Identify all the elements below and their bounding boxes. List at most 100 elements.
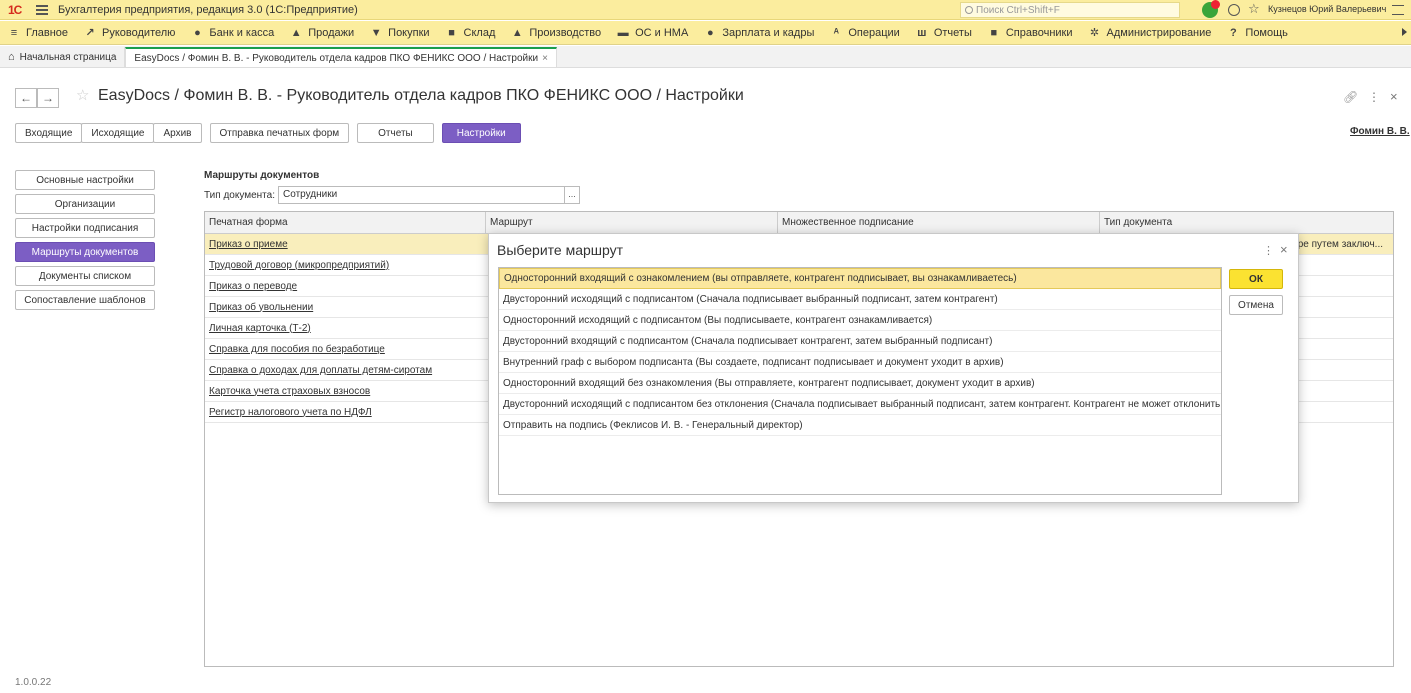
tab-current-label: EasyDocs / Фомин В. В. - Руководитель от… xyxy=(134,52,539,64)
section-item[interactable]: ● Зарплата и кадры xyxy=(696,21,822,45)
left-menu-item[interactable]: Организации xyxy=(15,194,155,214)
column-print-form[interactable]: Печатная форма xyxy=(205,212,486,233)
section-label: Операции xyxy=(848,26,900,39)
archive-button[interactable]: Архив xyxy=(153,123,202,143)
route-option[interactable]: Внутренний граф с выбором подписанта (Вы… xyxy=(499,352,1221,373)
routes-title: Маршруты документов xyxy=(204,170,320,181)
print-form-link[interactable]: Личная карточка (Т-2) xyxy=(205,318,486,338)
dialog-title: Выберите маршрут xyxy=(497,242,624,258)
print-form-link[interactable]: Регистр налогового учета по НДФЛ xyxy=(205,402,486,422)
tab-close-icon[interactable]: × xyxy=(542,53,548,64)
1c-logo: 1С xyxy=(8,2,22,17)
choose-route-dialog: Выберите маршрут ⋮ × Односторонний входя… xyxy=(488,233,1299,503)
top-button-bar: Входящие Исходящие Архив Отправка печатн… xyxy=(15,123,521,143)
home-icon: ⌂ xyxy=(8,51,15,63)
print-form-link[interactable]: Справка о доходах для доплаты детям-сиро… xyxy=(205,360,486,380)
section-label: Администрирование xyxy=(1106,26,1212,39)
section-item[interactable]: ᴬ Операции xyxy=(822,21,907,45)
cancel-button[interactable]: Отмена xyxy=(1229,295,1283,315)
section-label: Продажи xyxy=(308,26,355,39)
table-header: Печатная форма Маршрут Множественное под… xyxy=(205,212,1393,234)
settings-menu-icon[interactable] xyxy=(1392,5,1404,15)
tab-current[interactable]: EasyDocs / Фомин В. В. - Руководитель от… xyxy=(125,47,557,67)
dialog-more-icon[interactable]: ⋮ xyxy=(1263,244,1274,257)
route-option[interactable]: Односторонний входящий с ознакомлением (… xyxy=(499,268,1221,289)
section-icon: ■ xyxy=(448,26,455,39)
route-option[interactable]: Отправить на подпись (Феклисов И. В. - Г… xyxy=(499,415,1221,436)
route-list: Односторонний входящий с ознакомлением (… xyxy=(498,267,1222,495)
back-button[interactable]: ← xyxy=(15,88,37,108)
route-option[interactable]: Двусторонний исходящий с подписантом (Сн… xyxy=(499,289,1221,310)
incoming-button[interactable]: Входящие xyxy=(15,123,83,143)
section-item[interactable]: ? Помощь xyxy=(1219,21,1296,45)
left-menu-item[interactable]: Настройки подписания xyxy=(15,218,155,238)
search-icon xyxy=(965,6,973,14)
main-menu-icon[interactable] xyxy=(36,4,48,15)
print-form-link[interactable]: Приказ о переводе xyxy=(205,276,486,296)
print-form-link[interactable]: Приказ об увольнении xyxy=(205,297,486,317)
reports-button[interactable]: Отчеты xyxy=(357,123,434,143)
left-menu-item[interactable]: Документы списком xyxy=(15,266,155,286)
search-placeholder: Поиск Ctrl+Shift+F xyxy=(976,4,1060,16)
column-doc-type[interactable]: Тип документа xyxy=(1100,212,1393,233)
route-option[interactable]: Двусторонний входящий с подписантом (Сна… xyxy=(499,331,1221,352)
send-print-forms-button[interactable]: Отправка печатных форм xyxy=(209,123,350,143)
settings-left-menu: Основные настройки Организации Настройки п… xyxy=(15,170,155,314)
section-label: ОС и НМА xyxy=(635,26,689,39)
section-item[interactable]: ● Банк и касса xyxy=(183,21,282,45)
route-option[interactable]: Двусторонний исходящий с подписантом без… xyxy=(499,394,1221,415)
link-icon[interactable]: 🔗︎ xyxy=(1343,90,1358,104)
column-multi-sign[interactable]: Множественное подписание xyxy=(778,212,1100,233)
section-icon: ≡ xyxy=(10,26,18,39)
section-icon: ш xyxy=(917,26,927,39)
notifications-icon[interactable] xyxy=(1202,0,1220,18)
section-label: Отчеты xyxy=(933,26,972,39)
route-option[interactable]: Односторонний исходящий с подписантом (В… xyxy=(499,310,1221,331)
section-item[interactable]: ▬ ОС и НМА xyxy=(609,21,696,45)
section-icon: ● xyxy=(706,26,714,39)
section-item[interactable]: ▲ Производство xyxy=(503,21,609,45)
section-icon: ▼ xyxy=(370,26,382,39)
route-option[interactable]: Односторонний входящий без ознакомления … xyxy=(499,373,1221,394)
print-form-link[interactable]: Трудовой договор (микропредприятий) xyxy=(205,255,486,275)
column-route[interactable]: Маршрут xyxy=(486,212,778,233)
print-form-link[interactable]: Приказ о приеме xyxy=(205,234,486,254)
current-user[interactable]: Кузнецов Юрий Валерьевич xyxy=(1268,4,1386,14)
forward-button[interactable]: → xyxy=(37,88,59,108)
section-item[interactable]: ✲ Администрирование xyxy=(1081,21,1220,45)
favorites-star-icon[interactable]: ☆ xyxy=(1248,1,1260,17)
left-menu-item[interactable]: Сопоставление шаблонов xyxy=(15,290,155,310)
left-menu-item[interactable]: Основные настройки xyxy=(15,170,155,190)
tab-home[interactable]: ⌂ Начальная страница xyxy=(0,47,126,67)
section-item[interactable]: ■ Склад xyxy=(438,21,504,45)
print-form-link[interactable]: Карточка учета страховых взносов xyxy=(205,381,486,401)
doctype-select-button[interactable]: ... xyxy=(564,186,580,204)
section-item[interactable]: ▲ Продажи xyxy=(282,21,362,45)
version-label: 1.0.0.22 xyxy=(15,677,52,688)
history-icon[interactable] xyxy=(1228,4,1240,16)
close-icon[interactable]: × xyxy=(1390,89,1398,104)
outgoing-button[interactable]: Исходящие xyxy=(81,123,155,143)
settings-button[interactable]: Настройки xyxy=(441,123,521,143)
sections-panel: ≡ Главное ↗ Руководителю ● Банк и касса ▲ Прода… xyxy=(0,21,1411,45)
favorite-star-icon[interactable]: ☆ xyxy=(76,86,89,104)
user-link[interactable]: Фомин В. В. xyxy=(1350,126,1410,137)
dialog-close-icon[interactable]: × xyxy=(1280,242,1288,257)
ok-button[interactable]: ОК xyxy=(1229,269,1283,289)
section-item[interactable]: ≡ Главное xyxy=(0,21,76,45)
section-icon: ? xyxy=(1230,26,1237,39)
left-menu-item[interactable]: Маршруты документов xyxy=(15,242,155,262)
section-icon: ● xyxy=(194,26,201,39)
section-label: Банк и касса xyxy=(209,26,275,39)
print-form-link[interactable]: Справка для пособия по безработице xyxy=(205,339,486,359)
doctype-field[interactable]: Сотрудники xyxy=(278,186,565,204)
search-input[interactable]: Поиск Ctrl+Shift+F xyxy=(960,2,1180,18)
doctype-label: Тип документа: xyxy=(204,190,275,201)
sections-scroll-right-icon[interactable] xyxy=(1402,28,1407,36)
section-item[interactable]: ■ Справочники xyxy=(980,21,1081,45)
more-icon[interactable]: ⋮ xyxy=(1368,90,1380,104)
section-item[interactable]: ▼ Покупки xyxy=(362,21,437,45)
section-label: Склад xyxy=(463,26,496,39)
section-item[interactable]: ↗ Руководителю xyxy=(76,21,183,45)
section-item[interactable]: ш Отчеты xyxy=(908,21,980,45)
